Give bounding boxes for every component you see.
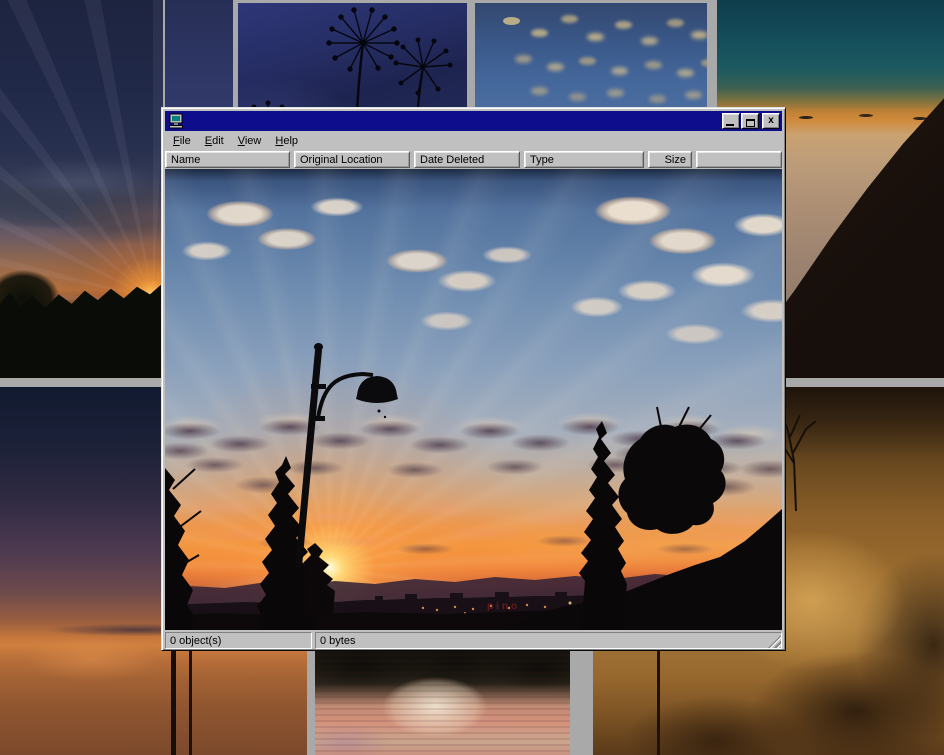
- column-header-size[interactable]: Size: [648, 151, 692, 168]
- minimize-icon: [726, 124, 734, 126]
- menu-item-view[interactable]: View: [231, 133, 269, 150]
- lamp-head: [356, 376, 398, 403]
- column-header-name[interactable]: Name: [165, 151, 290, 168]
- water-reflection-photo: [315, 648, 570, 755]
- maximize-icon: [746, 119, 755, 127]
- silhouette-layer: [165, 169, 782, 630]
- close-button[interactable]: x: [762, 113, 780, 129]
- maximize-button[interactable]: [741, 113, 759, 129]
- status-objects: 0 object(s): [165, 632, 312, 649]
- menubar: File Edit View Help: [165, 132, 782, 151]
- titlebar[interactable]: x: [165, 111, 782, 131]
- recycle-bin-window: x File Edit View Help Name Original Loca…: [161, 107, 786, 651]
- street-lamp: [295, 343, 398, 567]
- menu-item-help[interactable]: Help: [268, 133, 305, 150]
- water-pole: [189, 649, 192, 755]
- minimize-button[interactable]: [722, 113, 740, 129]
- status-bar: 0 object(s) 0 bytes: [165, 632, 782, 649]
- cloud-speckles: [503, 17, 520, 25]
- water-pole: [171, 645, 176, 755]
- menu-item-file[interactable]: File: [166, 133, 198, 150]
- column-header-type[interactable]: Type: [524, 151, 644, 168]
- close-icon: x: [768, 116, 774, 126]
- small-tree-silhouette: [778, 401, 838, 511]
- right-bushy-tree: [618, 425, 725, 534]
- column-header-blank[interactable]: [696, 151, 782, 168]
- sunset-lamp-photo: pino: [165, 169, 782, 630]
- desktop: { "desktop": { "gutter_color": "#a9a9a9"…: [0, 0, 944, 755]
- column-header-row: Name Original Location Date Deleted Type…: [165, 151, 782, 169]
- photo-watermark: pino: [487, 601, 520, 612]
- computer-icon: [168, 113, 184, 129]
- status-bytes: 0 bytes: [315, 632, 782, 649]
- column-header-date-deleted[interactable]: Date Deleted: [414, 151, 520, 168]
- list-view-area: pino: [165, 169, 782, 630]
- menu-item-edit[interactable]: Edit: [198, 133, 231, 150]
- right-cypress-tree: [579, 421, 627, 630]
- column-header-original-location[interactable]: Original Location: [294, 151, 410, 168]
- twilight-strip-photo: [165, 0, 233, 107]
- sunset-rays-photo: [0, 0, 163, 378]
